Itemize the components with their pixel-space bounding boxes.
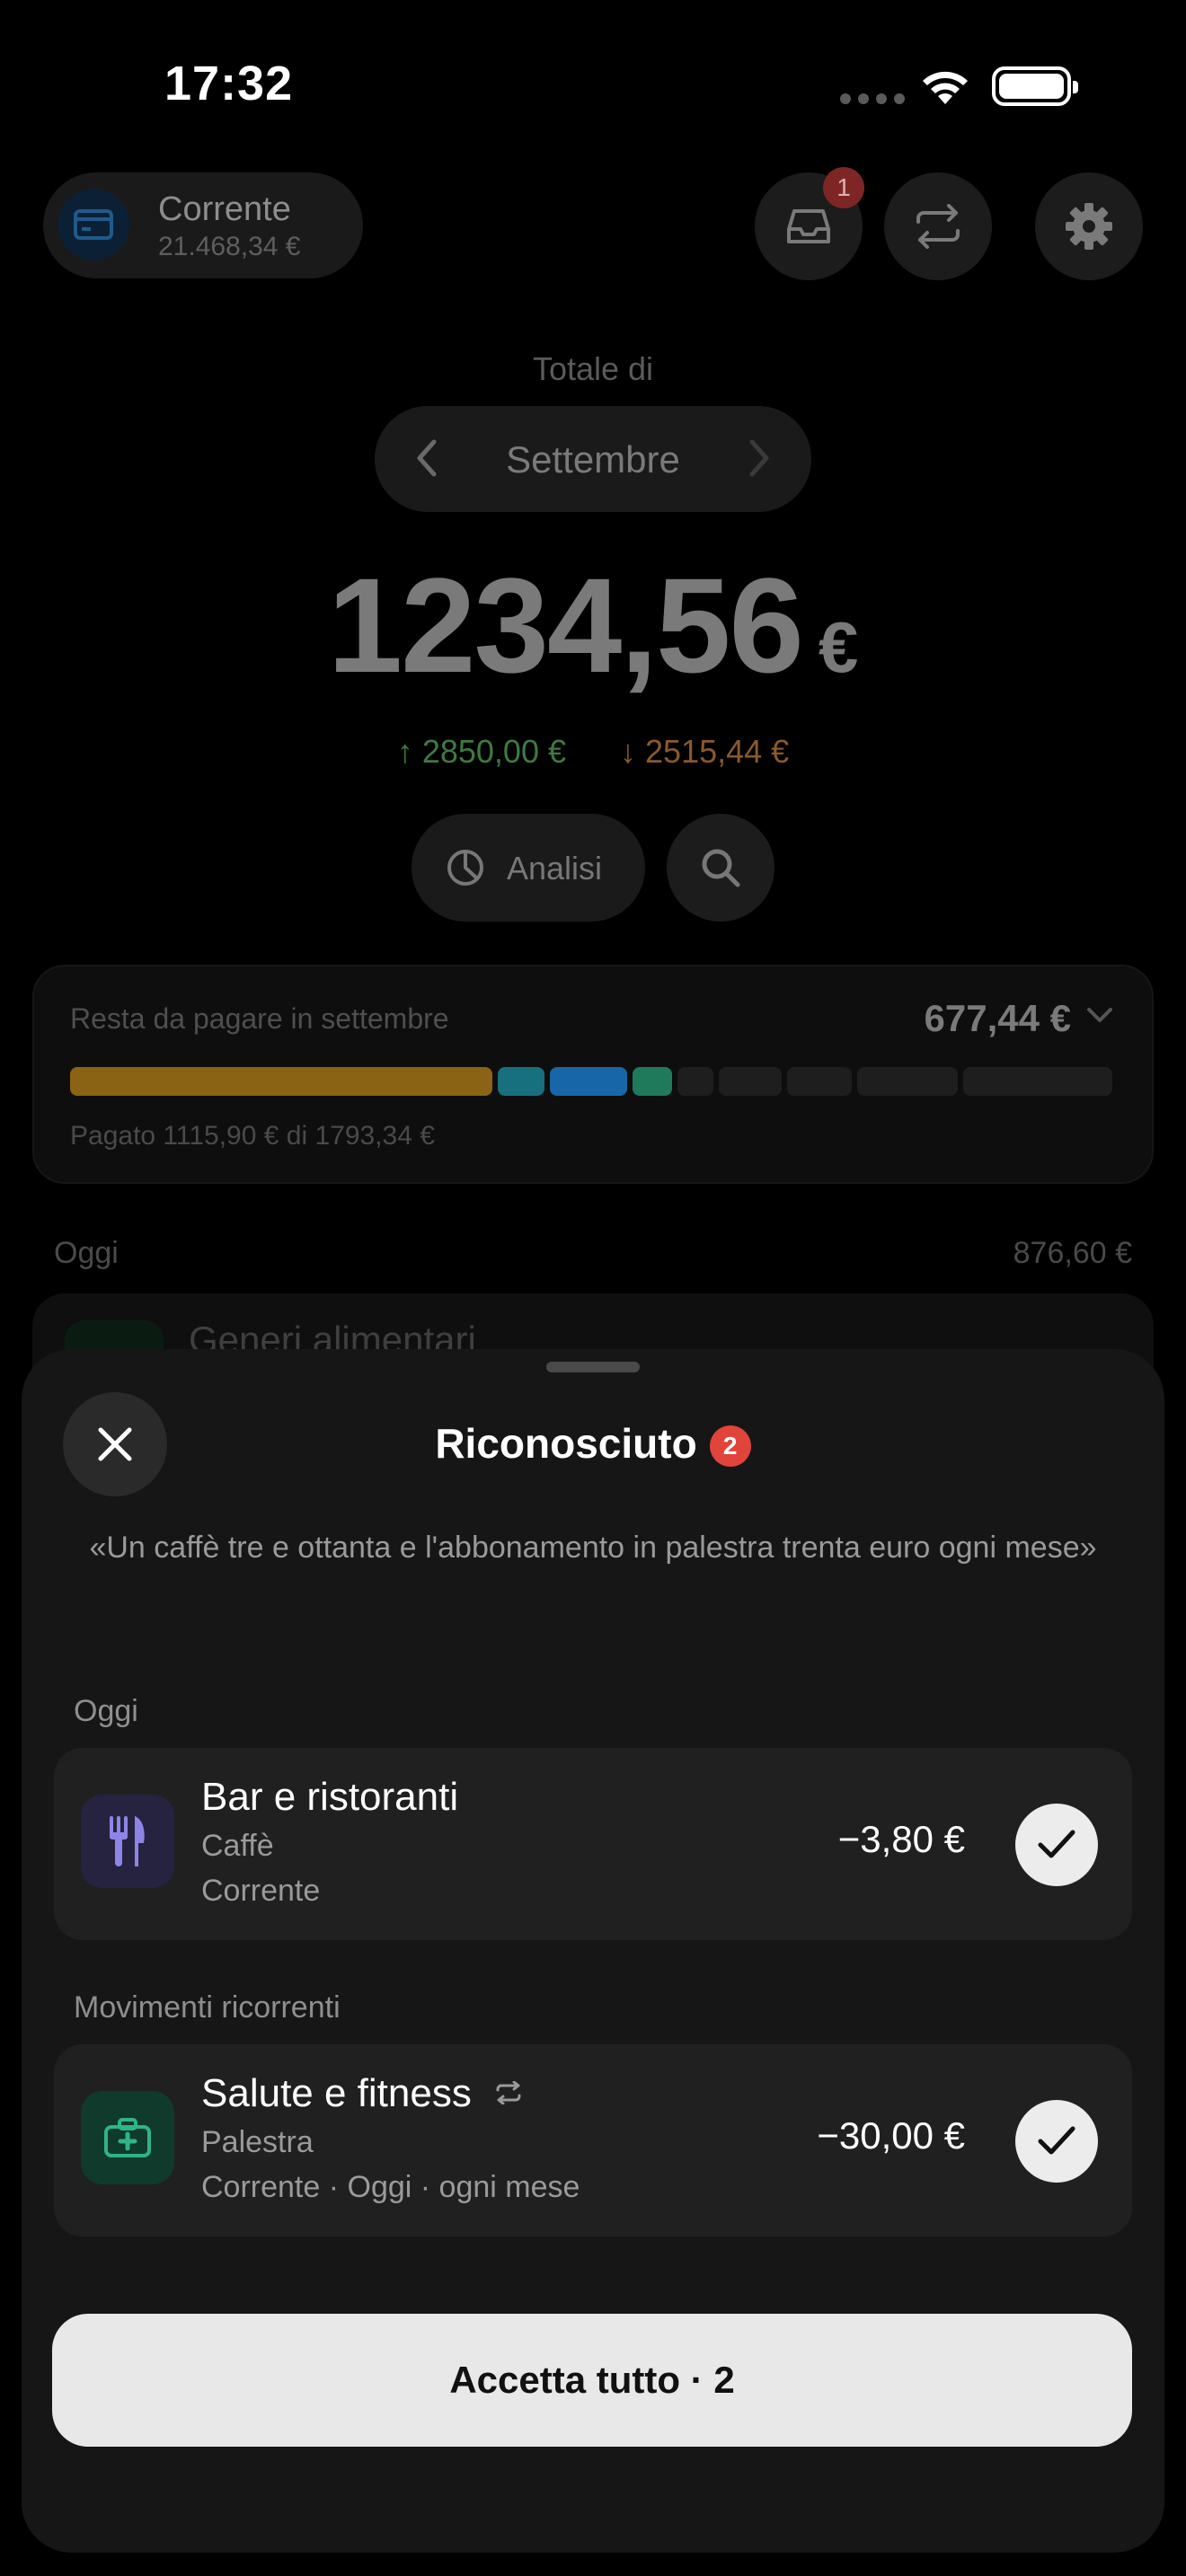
sheet-title: Riconosciuto 2 — [22, 1419, 1164, 1468]
gear-icon — [1066, 203, 1112, 250]
account-selector[interactable]: Corrente 21.468,34 € — [43, 172, 363, 278]
voice-transcript: «Un caffè tre e ottanta e l'abbonamento … — [89, 1531, 1097, 1565]
fork-knife-icon — [81, 1795, 174, 1888]
transaction-amount: −3,80 € — [837, 1818, 965, 1860]
confirm-toggle[interactable] — [1015, 1804, 1098, 1886]
chevron-down-icon — [1085, 1006, 1114, 1028]
month-selector: Settembre — [375, 406, 811, 512]
expense-total: ↓ 2515,44 € — [620, 733, 790, 770]
transaction-amount: −30,00 € — [817, 2114, 965, 2157]
arrow-down-icon: ↓ — [620, 733, 646, 770]
section-today-label: Oggi — [74, 1694, 138, 1728]
chevron-right-icon — [749, 439, 769, 477]
next-month-button[interactable] — [747, 437, 772, 484]
transaction-category: Salute e fitness — [201, 2071, 522, 2116]
total-amount-value: 1234,56 — [327, 550, 804, 701]
analysis-label: Analisi — [507, 850, 603, 887]
progress-segment — [70, 1067, 492, 1096]
recognized-transaction-card[interactable]: Bar e ristoranti Caffè Corrente −3,80 € — [54, 1748, 1132, 1940]
progress-segment — [677, 1067, 713, 1096]
transfer-arrows-icon — [916, 204, 960, 249]
settings-button[interactable] — [1035, 172, 1143, 280]
progress-segment — [633, 1067, 672, 1096]
inbox-icon — [787, 209, 830, 243]
first-aid-kit-icon — [81, 2091, 174, 2184]
card-icon — [58, 189, 129, 260]
recognized-sheet: Riconosciuto 2 «Un caffè tre e ottanta e … — [22, 1349, 1164, 2553]
checkmark-icon — [1038, 2126, 1075, 2155]
recognized-transaction-card[interactable]: Salute e fitness Palestra Corrente · Ogg… — [54, 2044, 1132, 2236]
transaction-note: Palestra — [201, 2125, 314, 2159]
progress-segment — [719, 1067, 782, 1096]
day-header-label: Oggi — [54, 1236, 119, 1270]
inbox-badge: 1 — [823, 167, 864, 208]
progress-segment — [963, 1067, 1112, 1096]
progress-segment — [857, 1067, 958, 1096]
checkmark-icon — [1038, 1830, 1075, 1858]
account-balance: 21.468,34 € — [158, 232, 301, 261]
sheet-drag-handle[interactable] — [546, 1362, 640, 1372]
confirm-toggle[interactable] — [1015, 2100, 1098, 2183]
total-caption: Totale di — [532, 350, 654, 387]
transfer-button[interactable] — [884, 172, 992, 280]
accept-all-button[interactable]: Accetta tutto · 2 — [52, 2314, 1132, 2447]
income-total: ↑ 2850,00 € — [396, 733, 566, 770]
battery-icon — [992, 66, 1078, 106]
payments-due-title: Resta da pagare in settembre — [70, 1002, 449, 1035]
transaction-meta: Corrente — [201, 1874, 321, 1908]
cellular-signal-icon — [840, 93, 905, 104]
income-expense-row: ↑ 2850,00 € ↓ 2515,44 € — [0, 733, 1186, 771]
recurring-icon — [496, 2080, 521, 2105]
payments-due-remaining: 677,44 € — [924, 997, 1072, 1039]
arrow-up-icon: ↑ — [396, 733, 422, 770]
total-amount: 1234,56 € — [0, 548, 1186, 703]
payments-due-card[interactable]: Resta da pagare in settembre 677,44 € Pa… — [32, 965, 1154, 1184]
day-header-total: 876,60 € — [1013, 1236, 1132, 1270]
account-name: Corrente — [158, 190, 291, 228]
total-currency: € — [818, 607, 859, 687]
progress-segment — [787, 1067, 852, 1096]
transaction-note: Caffè — [201, 1829, 274, 1863]
search-icon — [702, 849, 740, 887]
section-recurring-label: Movimenti ricorrenti — [74, 1990, 341, 2025]
transaction-category: Bar e ristoranti — [201, 1775, 459, 1819]
status-time: 17:32 — [164, 57, 294, 110]
payments-progress-bar — [70, 1067, 1118, 1096]
progress-segment — [550, 1067, 627, 1096]
pie-chart-icon — [446, 848, 485, 892]
analysis-button[interactable]: Analisi — [412, 814, 645, 922]
progress-segment — [498, 1067, 544, 1096]
search-button[interactable] — [667, 814, 774, 922]
payments-paid-text: Pagato 1115,90 € di 1793,34 € — [70, 1121, 435, 1151]
sheet-count-badge: 2 — [709, 1425, 751, 1467]
wifi-icon — [918, 65, 972, 110]
transaction-meta: Corrente · Oggi · ogni mese — [201, 2170, 580, 2204]
sheet-title-text: Riconosciuto — [435, 1420, 697, 1467]
